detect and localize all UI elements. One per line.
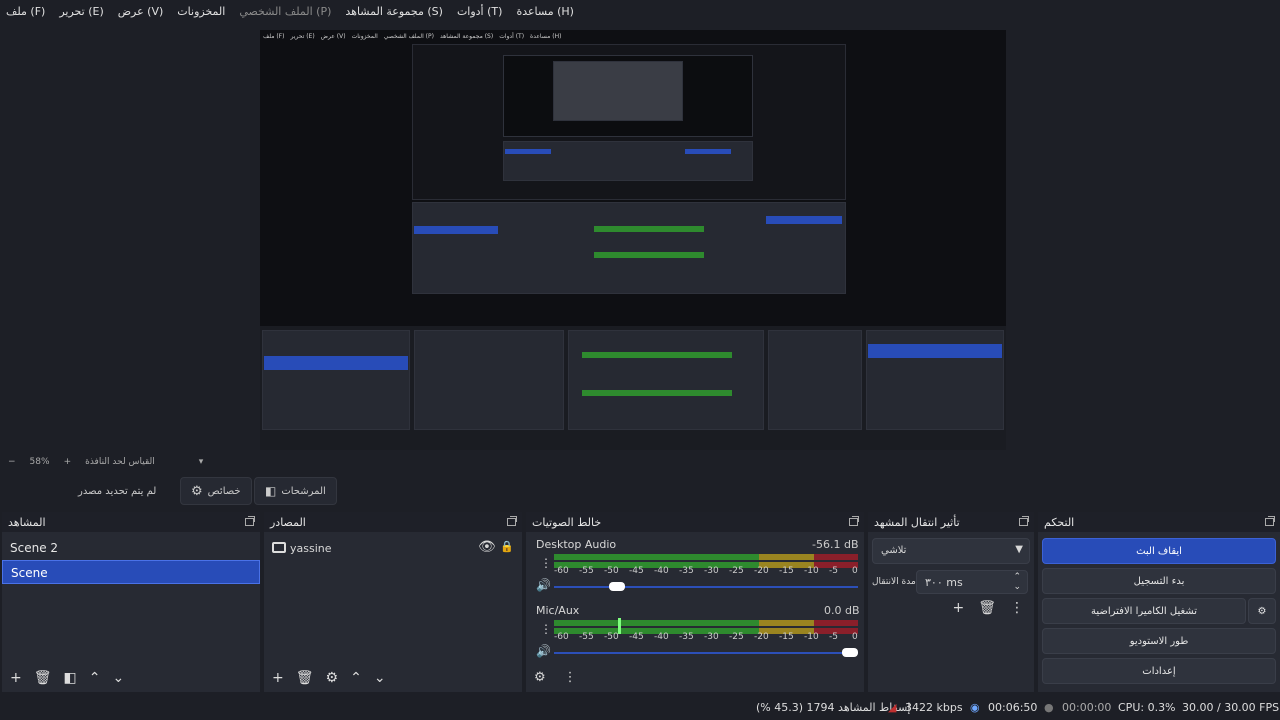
scenes-toolbar: + 🗑 ◧ ⌃ ⌄ (2, 664, 260, 692)
nested-menu: ملف (F) تحرير (E) عرض (V) المخزونات الملف ال… (263, 32, 562, 40)
popout-icon[interactable] (849, 516, 859, 526)
add-icon[interactable]: + (272, 670, 284, 686)
channel-name: Desktop Audio (536, 538, 617, 551)
stream-time: 00:06:50 (988, 701, 1038, 714)
zoom-percent: 58% (29, 457, 50, 467)
record-icon: ● (1044, 701, 1054, 714)
sources-title: المصادر (270, 515, 306, 529)
channel-level: 0.0 dB (824, 604, 860, 617)
scene-item[interactable]: Scene 2 (2, 536, 260, 560)
filter-icon[interactable]: ◧ (64, 670, 77, 686)
gear-icon[interactable]: ⚙ (326, 670, 339, 686)
transition-select[interactable]: تلاشي ▼ (872, 538, 1030, 564)
popout-icon[interactable] (1019, 516, 1029, 526)
chevron-down-icon: ▼ (1015, 544, 1023, 555)
menu-edit[interactable]: تحرير (E) (59, 5, 103, 18)
more-icon[interactable]: ⋮ (564, 670, 577, 685)
sources-dock: المصادر yassine 👁 🔒 + 🗑 ⚙ ⌃ ⌄ (264, 512, 522, 692)
volume-slider-handle[interactable] (842, 648, 858, 657)
source-name: yassine (290, 542, 332, 555)
transition-toolbar: + 🗑 ⋮ (952, 600, 1024, 616)
menu-tools[interactable]: أدوات (T) (457, 5, 503, 18)
channel-level: -56.1 dB (812, 538, 859, 551)
display-icon (272, 542, 286, 553)
properties-button[interactable]: ⚙ خصائص (180, 477, 252, 505)
menu-scene-collection[interactable]: مجموعة المشاهد (S) (345, 5, 443, 18)
preview-canvas[interactable]: ملف (F) تحرير (E) عرض (V) المخزونات الملف ال… (260, 30, 1006, 450)
volume-slider[interactable] (554, 586, 858, 588)
move-up-icon[interactable]: ⌃ (89, 670, 101, 686)
scenes-dock: المشاهد Scene 2 Scene + 🗑 ◧ ⌃ ⌄ (2, 512, 260, 692)
mixer-toolbar: ⚙ ⋮ (534, 670, 577, 685)
transitions-dock: تأثير انتقال المشهد تلاشي ▼ مدة الانتقال… (868, 512, 1034, 692)
scene-item-selected[interactable]: Scene (2, 560, 260, 584)
more-icon[interactable]: ⋮ (540, 556, 552, 570)
menu-file[interactable]: ملف (F) (6, 5, 45, 18)
popout-icon[interactable] (507, 516, 517, 526)
menu-view[interactable]: عرض (V) (118, 5, 164, 18)
move-up-icon[interactable]: ⌃ (350, 670, 362, 686)
duration-label: مدة الانتقال (872, 577, 916, 587)
volume-slider-handle[interactable] (608, 582, 625, 591)
move-down-icon[interactable]: ⌄ (374, 670, 386, 686)
speaker-icon[interactable]: 🔊 (536, 578, 551, 592)
scenes-title: المشاهد (8, 515, 46, 529)
stream-icon: ◉ (970, 701, 980, 714)
menu-profile[interactable]: الملف الشخصي (P) (239, 5, 331, 18)
add-icon[interactable]: + (10, 670, 22, 686)
source-toolbar: لم يتم تحديد مصدر ⚙ خصائص ◧ المرشحات (0, 474, 1280, 510)
move-down-icon[interactable]: ⌄ (112, 670, 124, 686)
settings-button[interactable]: إعدادات (1042, 658, 1276, 684)
channel-name: Mic/Aux (536, 604, 580, 617)
mixer-title: خالط الصوتيات (532, 515, 602, 529)
duration-input[interactable]: ٣٠٠ ms ⌃ ⌄ (916, 570, 1028, 594)
popout-icon[interactable] (1265, 516, 1275, 526)
fps: 30.00 / 30.00 FPS (1182, 701, 1280, 714)
more-icon[interactable]: ⋮ (1010, 600, 1024, 616)
transitions-title: تأثير انتقال المشهد (874, 515, 960, 529)
trash-icon[interactable]: 🗑 (978, 600, 996, 616)
nested-preview (412, 44, 846, 200)
cpu-usage: CPU: 0.3% (1118, 701, 1176, 714)
nested-docks (260, 326, 1006, 450)
speaker-icon[interactable]: 🔊 (536, 644, 551, 658)
trash-icon[interactable]: 🗑 (34, 670, 52, 686)
stepper-icon[interactable]: ⌃ ⌄ (1013, 572, 1021, 592)
start-recording-button[interactable]: بدء التسجيل (1042, 568, 1276, 594)
bitrate: 3422 kbps (905, 701, 963, 714)
status-bar: إسقاط المشاهد 1794 (45.3 %) ◢ 3422 kbps … (0, 696, 1280, 720)
volume-slider[interactable] (554, 652, 858, 654)
virtual-camera-gear-icon[interactable]: ⚙ (1248, 598, 1276, 624)
lock-icon[interactable]: 🔒 (500, 540, 514, 553)
add-icon[interactable]: + (952, 600, 964, 616)
zoom-in-button[interactable]: + (64, 457, 72, 467)
network-icon: ◢ (888, 701, 897, 714)
preview-area: ملف (F) تحرير (E) عرض (V) المخزونات الملف ال… (0, 22, 1280, 452)
more-icon[interactable]: ⋮ (540, 622, 552, 636)
source-item[interactable]: yassine 👁 🔒 (264, 536, 522, 564)
sources-toolbar: + 🗑 ⚙ ⌃ ⌄ (264, 664, 522, 692)
studio-mode-button[interactable]: طور الاستوديو (1042, 628, 1276, 654)
controls-dock: التحكم ايقاف البث بدء التسجيل تشغيل الكا… (1038, 512, 1280, 692)
trash-icon[interactable]: 🗑 (296, 670, 314, 686)
zoom-bar: − 58% + القياس لحد النافذة ▾ (0, 452, 1280, 472)
menu-help[interactable]: مساعدة (H) (516, 5, 574, 18)
no-source-label: لم يتم تحديد مصدر (78, 485, 157, 497)
controls-title: التحكم (1044, 515, 1075, 529)
filters-button[interactable]: ◧ المرشحات (254, 477, 337, 505)
popout-icon[interactable] (245, 516, 255, 526)
record-time: 00:00:00 (1062, 701, 1112, 714)
menu-bar: ملف (F) تحرير (E) عرض (V) المخزونات المل… (0, 0, 1280, 22)
stop-streaming-button[interactable]: ايقاف البث (1042, 538, 1276, 564)
chevron-down-icon[interactable]: ▾ (199, 457, 204, 467)
menu-docks[interactable]: المخزونات (177, 5, 225, 18)
advanced-audio-gear-icon[interactable]: ⚙ (534, 670, 546, 685)
zoom-out-button[interactable]: − (8, 457, 16, 467)
filter-icon: ◧ (265, 484, 277, 498)
zoom-fit-select[interactable]: القياس لحد النافذة (85, 457, 155, 467)
gear-icon: ⚙ (191, 483, 203, 499)
eye-icon[interactable]: 👁 (478, 539, 496, 555)
start-virtual-camera-button[interactable]: تشغيل الكاميرا الافتراضية (1042, 598, 1246, 624)
